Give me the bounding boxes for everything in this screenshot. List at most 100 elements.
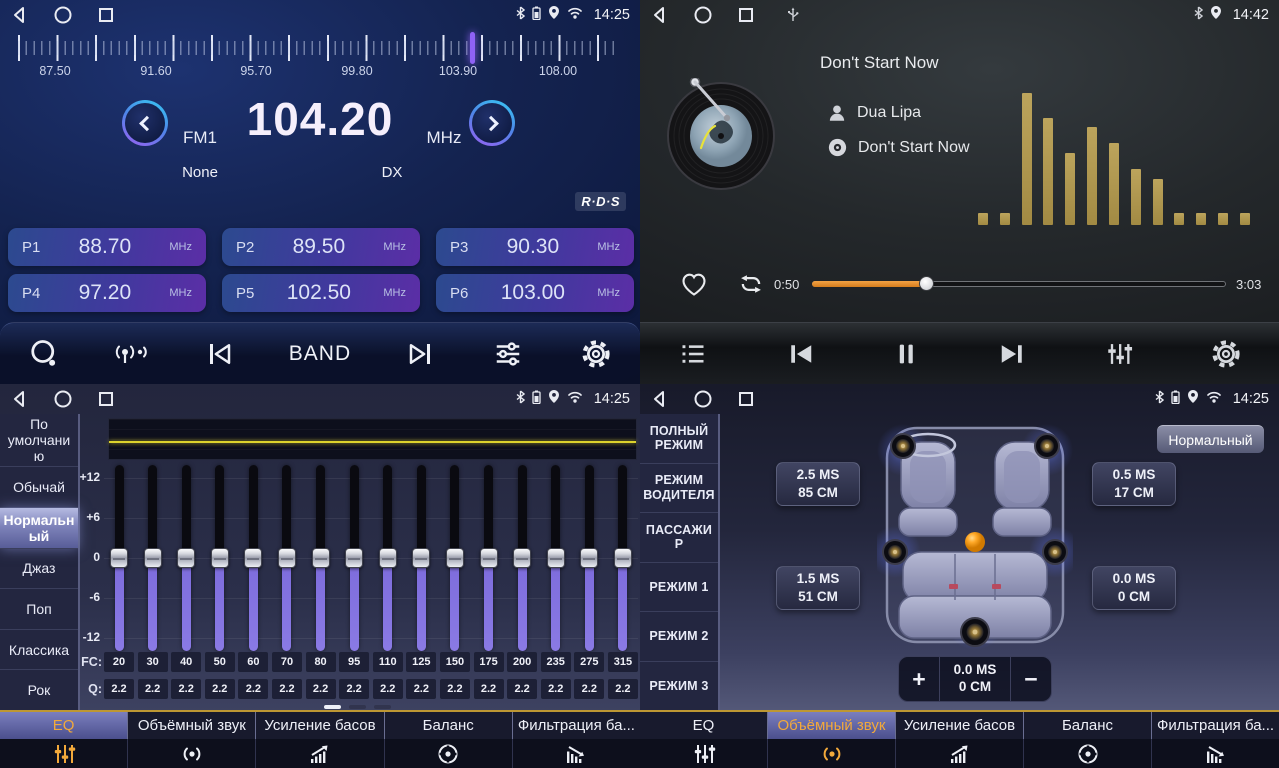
tune-up-button[interactable] bbox=[469, 100, 515, 146]
slider-thumb[interactable] bbox=[446, 548, 464, 568]
balance-tab-icon[interactable] bbox=[385, 739, 513, 768]
delay-front-left[interactable]: 2.5 MS85 CM bbox=[776, 462, 860, 506]
eq-band-slider[interactable] bbox=[450, 465, 459, 651]
eq-band-slider[interactable] bbox=[115, 465, 124, 651]
surround-mode-driver[interactable]: РЕЖИМ ВОДИТЕЛЯ bbox=[640, 464, 718, 514]
next-station-button[interactable] bbox=[389, 330, 453, 378]
slider-thumb[interactable] bbox=[211, 548, 229, 568]
slider-thumb[interactable] bbox=[345, 548, 363, 568]
slider-thumb[interactable] bbox=[412, 548, 430, 568]
speaker-front-right[interactable] bbox=[1035, 434, 1059, 458]
q-value[interactable]: 2.2 bbox=[205, 679, 235, 699]
speaker-rear-left[interactable] bbox=[883, 540, 907, 564]
broadcast-button[interactable] bbox=[100, 330, 164, 378]
progress-thumb[interactable] bbox=[919, 276, 934, 291]
q-value[interactable]: 2.2 bbox=[171, 679, 201, 699]
tab-filter[interactable]: Фильтрация ба... bbox=[513, 712, 640, 739]
eq-band-slider[interactable] bbox=[518, 465, 527, 651]
prev-track-button[interactable] bbox=[768, 330, 832, 378]
eq-band-slider[interactable] bbox=[618, 465, 627, 651]
surround-mode-3[interactable]: РЕЖИМ 3 bbox=[640, 662, 718, 711]
scan-button[interactable] bbox=[12, 330, 76, 378]
next-track-button[interactable] bbox=[981, 330, 1045, 378]
q-value[interactable]: 2.2 bbox=[608, 679, 638, 699]
repeat-button[interactable] bbox=[734, 268, 768, 300]
preset-3[interactable]: P390.30MHz bbox=[436, 228, 634, 266]
q-value[interactable]: 2.2 bbox=[306, 679, 336, 699]
fc-value[interactable]: 110 bbox=[373, 652, 403, 672]
back-button[interactable] bbox=[10, 389, 30, 409]
balance-tab-icon[interactable] bbox=[1024, 739, 1152, 768]
bass-boost-tab-icon[interactable] bbox=[896, 739, 1024, 768]
slider-thumb[interactable] bbox=[110, 548, 128, 568]
q-value[interactable]: 2.2 bbox=[238, 679, 268, 699]
progress-slider[interactable] bbox=[812, 281, 1226, 287]
eq-band-slider[interactable] bbox=[417, 465, 426, 651]
eq-band-slider[interactable] bbox=[383, 465, 392, 651]
eq-preset-custom[interactable]: Обычай bbox=[0, 467, 78, 508]
band-button[interactable]: BAND bbox=[275, 330, 365, 378]
delay-decrease-button[interactable]: − bbox=[1011, 657, 1051, 701]
q-value[interactable]: 2.2 bbox=[339, 679, 369, 699]
eq-band-slider[interactable] bbox=[585, 465, 594, 651]
audio-settings-button[interactable] bbox=[476, 330, 540, 378]
slider-thumb[interactable] bbox=[278, 548, 296, 568]
recents-button[interactable] bbox=[736, 5, 756, 25]
prev-station-button[interactable] bbox=[187, 330, 251, 378]
tune-down-button[interactable] bbox=[122, 100, 168, 146]
slider-thumb[interactable] bbox=[580, 548, 598, 568]
eq-band-slider[interactable] bbox=[182, 465, 191, 651]
favorite-button[interactable] bbox=[678, 268, 710, 300]
speaker-subwoofer[interactable] bbox=[961, 618, 989, 646]
slider-thumb[interactable] bbox=[177, 548, 195, 568]
tab-filter[interactable]: Фильтрация ба... bbox=[1152, 712, 1279, 739]
preset-1[interactable]: P188.70MHz bbox=[8, 228, 206, 266]
q-value[interactable]: 2.2 bbox=[541, 679, 571, 699]
sound-profile-button[interactable]: Нормальный bbox=[1157, 425, 1264, 453]
preset-6[interactable]: P6103.00MHz bbox=[436, 274, 634, 312]
eq-band-slider[interactable] bbox=[249, 465, 258, 651]
fc-value[interactable]: 125 bbox=[406, 652, 436, 672]
pause-button[interactable] bbox=[874, 330, 938, 378]
slider-thumb[interactable] bbox=[379, 548, 397, 568]
home-button[interactable] bbox=[693, 5, 713, 25]
eq-band-slider[interactable] bbox=[484, 465, 493, 651]
eq-tab-icon[interactable] bbox=[640, 739, 768, 768]
tab-eq[interactable]: EQ bbox=[0, 712, 128, 739]
eq-preset-normal[interactable]: Нормальный bbox=[0, 508, 78, 549]
fc-value[interactable]: 70 bbox=[272, 652, 302, 672]
fc-value[interactable]: 315 bbox=[608, 652, 638, 672]
eq-band-slider[interactable] bbox=[316, 465, 325, 651]
settings-button[interactable] bbox=[564, 330, 628, 378]
recents-button[interactable] bbox=[96, 389, 116, 409]
eq-preset-jazz[interactable]: Джаз bbox=[0, 549, 78, 590]
bass-boost-tab-icon[interactable] bbox=[256, 739, 384, 768]
fc-value[interactable]: 275 bbox=[574, 652, 604, 672]
slider-thumb[interactable] bbox=[144, 548, 162, 568]
back-button[interactable] bbox=[10, 5, 30, 25]
listening-position-marker[interactable] bbox=[965, 532, 985, 552]
fc-value[interactable]: 175 bbox=[474, 652, 504, 672]
slider-thumb[interactable] bbox=[312, 548, 330, 568]
fc-value[interactable]: 235 bbox=[541, 652, 571, 672]
playlist-button[interactable] bbox=[661, 330, 725, 378]
surround-mode-full[interactable]: ПОЛНЫЙ РЕЖИМ bbox=[640, 414, 718, 464]
surround-mode-2[interactable]: РЕЖИМ 2 bbox=[640, 612, 718, 662]
speaker-front-left[interactable] bbox=[891, 434, 915, 458]
filter-tab-icon[interactable] bbox=[1152, 739, 1279, 768]
slider-thumb[interactable] bbox=[480, 548, 498, 568]
fc-value[interactable]: 60 bbox=[238, 652, 268, 672]
delay-rear-left[interactable]: 1.5 MS51 CM bbox=[776, 566, 860, 610]
q-value[interactable]: 2.2 bbox=[373, 679, 403, 699]
speaker-rear-right[interactable] bbox=[1043, 540, 1067, 564]
tuner-dial[interactable] bbox=[18, 35, 620, 61]
tab-eq[interactable]: EQ bbox=[640, 712, 768, 739]
delay-rear-right[interactable]: 0.0 MS0 CM bbox=[1092, 566, 1176, 610]
surround-mode-1[interactable]: РЕЖИМ 1 bbox=[640, 563, 718, 613]
filter-tab-icon[interactable] bbox=[513, 739, 640, 768]
q-value[interactable]: 2.2 bbox=[406, 679, 436, 699]
fc-value[interactable]: 30 bbox=[138, 652, 168, 672]
eq-preset-pop[interactable]: Поп bbox=[0, 589, 78, 630]
recents-button[interactable] bbox=[96, 5, 116, 25]
fc-value[interactable]: 20 bbox=[104, 652, 134, 672]
